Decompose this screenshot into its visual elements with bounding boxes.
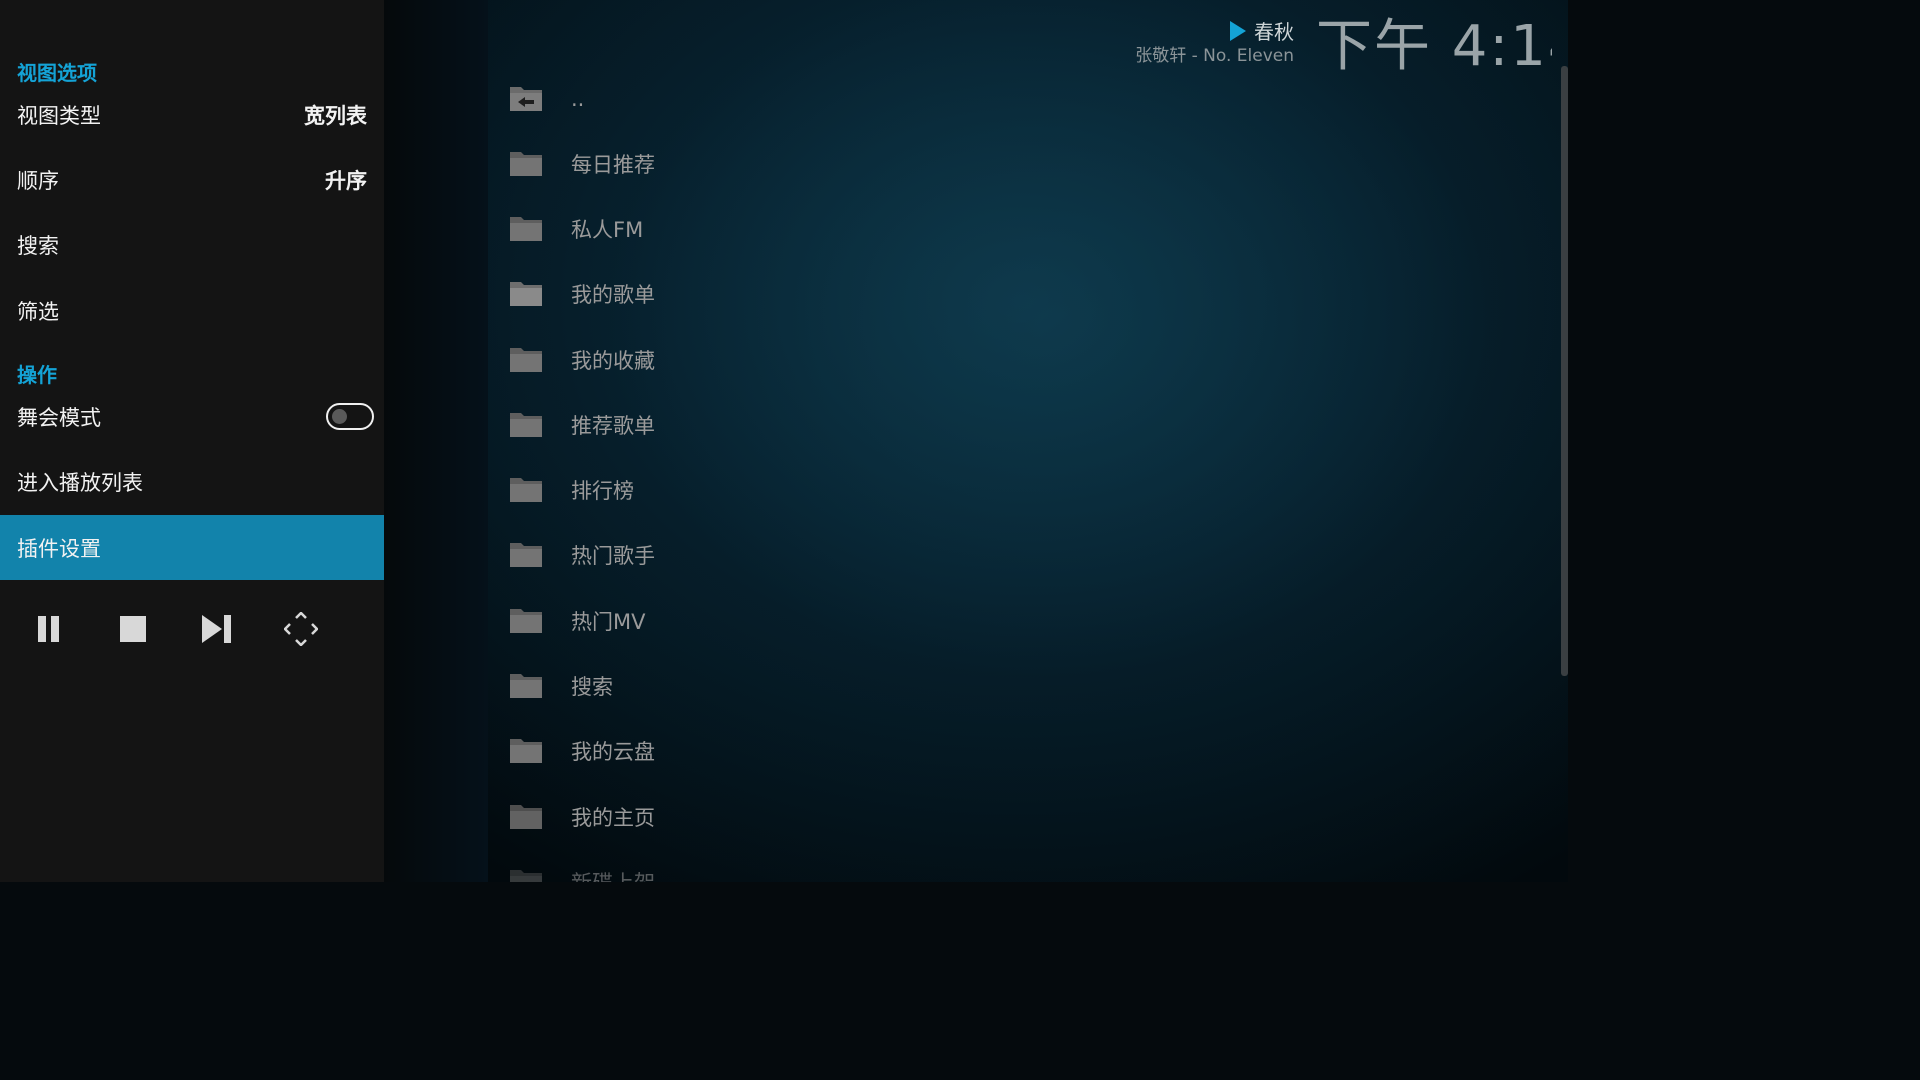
party-mode-toggle[interactable]: 舞会模式 [0, 384, 384, 449]
folder-icon [510, 674, 542, 698]
pause-icon [38, 616, 59, 642]
list-item-label: 我的主页 [571, 805, 655, 830]
fullscreen-icon [284, 612, 318, 646]
folder-icon [510, 217, 542, 241]
folder-icon [510, 282, 542, 306]
pause-button[interactable] [24, 604, 74, 654]
view-type-value: 宽列表 [304, 103, 367, 128]
list-item-label: 热门MV [571, 609, 646, 634]
list-item[interactable]: 推荐歌单 [488, 392, 1558, 457]
addon-settings-button[interactable]: 插件设置 [0, 515, 384, 580]
side-menu: 视图选项 视图类型 宽列表 顺序 升序 搜索 筛选 操作 舞会模式 进入播放列表… [0, 0, 384, 882]
list-item[interactable]: 我的云盘 [488, 718, 1558, 783]
list-item-label: .. [571, 86, 585, 111]
folder-icon [510, 805, 542, 829]
list-item-label: 我的歌单 [571, 282, 655, 307]
folder-icon [510, 478, 542, 502]
list-item-label: 私人FM [571, 217, 644, 242]
go-to-playlist-label: 进入播放列表 [17, 470, 143, 495]
sort-order-value: 升序 [325, 168, 367, 193]
filter-button[interactable]: 筛选 [0, 278, 384, 343]
clock: 下午 4:14 [1316, 12, 1552, 82]
clock-text: 下午 4:14 [1316, 14, 1552, 79]
list-item[interactable]: 每日推荐 [488, 131, 1558, 196]
folder-icon [510, 348, 542, 372]
folder-icon [510, 870, 542, 882]
view-type-label: 视图类型 [17, 103, 101, 128]
list-item[interactable]: 热门歌手 [488, 522, 1558, 587]
folder-icon [510, 413, 542, 437]
toggle-knob [332, 409, 347, 424]
sort-order-label: 顺序 [17, 168, 59, 193]
transport-controls [0, 604, 384, 654]
list-item[interactable]: 搜索 [488, 653, 1558, 718]
party-mode-switch[interactable] [326, 403, 374, 430]
list-item[interactable]: 我的歌单 [488, 261, 1558, 326]
next-track-icon [202, 615, 231, 643]
folder-icon [510, 152, 542, 176]
folder-icon [510, 609, 542, 633]
list-item-label: 每日推荐 [571, 152, 655, 177]
kodi-music-window: .. 每日推荐 私人FM 我的歌单 我的收藏 推荐歌单 排行榜 热门歌手 热门M… [0, 0, 1568, 882]
play-icon [1230, 20, 1246, 41]
list-item-label: 我的收藏 [571, 348, 655, 373]
search-button[interactable]: 搜索 [0, 212, 384, 277]
sort-order-button[interactable]: 顺序 升序 [0, 147, 384, 212]
list-item[interactable]: 私人FM [488, 196, 1558, 261]
folder-icon [510, 739, 542, 763]
list-item[interactable]: 热门MV [488, 588, 1558, 653]
stop-icon [120, 616, 146, 642]
folder-icon [510, 543, 542, 567]
view-type-button[interactable]: 视图类型 宽列表 [0, 82, 384, 147]
list-item-label: 推荐歌单 [571, 413, 655, 438]
filter-label: 筛选 [17, 299, 59, 324]
now-playing-artist-album: 张敬轩 - No. Eleven [1135, 46, 1294, 66]
list-item[interactable]: 我的主页 [488, 784, 1558, 849]
folder-back-icon [510, 87, 542, 111]
fullscreen-button[interactable] [276, 604, 326, 654]
background-shade [384, 0, 488, 882]
list-item[interactable]: 排行榜 [488, 457, 1558, 522]
list-item-label: 新碟上架 [571, 867, 655, 883]
next-track-button[interactable] [192, 604, 242, 654]
list-item-label: 排行榜 [571, 478, 634, 503]
list-scrollbar[interactable] [1561, 66, 1568, 676]
list-item[interactable]: 我的收藏 [488, 327, 1558, 392]
search-label: 搜索 [17, 233, 59, 258]
list-item[interactable]: 新碟上架 [488, 849, 1558, 882]
list-item-label: 搜索 [571, 674, 613, 699]
go-to-playlist-button[interactable]: 进入播放列表 [0, 449, 384, 514]
list-item-label: 热门歌手 [571, 543, 655, 568]
list-item-label: 我的云盘 [571, 739, 655, 764]
stop-button[interactable] [108, 604, 158, 654]
party-mode-label: 舞会模式 [17, 405, 101, 430]
addon-settings-label: 插件设置 [17, 536, 101, 561]
